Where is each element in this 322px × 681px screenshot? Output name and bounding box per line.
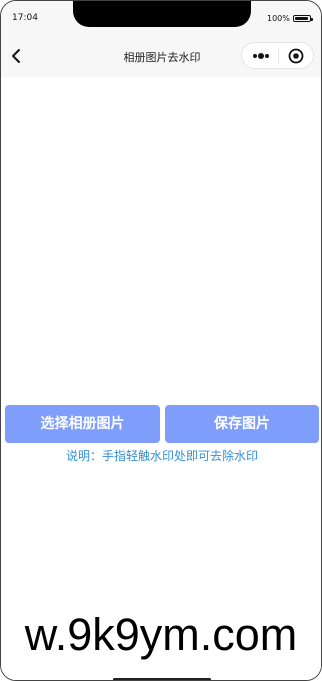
more-dots-icon xyxy=(253,53,269,59)
phone-frame: 17:04 100% 相册图片去水印 选择相册图片 保存图片 说明：手指轻触水印… xyxy=(0,0,322,681)
target-close-icon xyxy=(288,48,304,64)
camera-notch xyxy=(73,1,251,27)
choose-album-image-button[interactable]: 选择相册图片 xyxy=(5,405,160,443)
navigation-bar: 相册图片去水印 xyxy=(1,37,321,77)
main-content: 选择相册图片 保存图片 说明：手指轻触水印处即可去除水印 xyxy=(1,77,321,680)
close-button[interactable] xyxy=(286,47,306,65)
capsule-divider xyxy=(278,49,279,63)
more-button[interactable] xyxy=(248,47,274,65)
mini-program-capsule xyxy=(241,42,314,69)
battery-icon xyxy=(293,15,313,22)
battery-percent: 100% xyxy=(267,14,290,23)
save-image-button[interactable]: 保存图片 xyxy=(165,405,319,443)
usage-hint: 说明：手指轻触水印处即可去除水印 xyxy=(65,449,258,463)
status-bar: 17:04 100% xyxy=(1,1,321,37)
site-watermark: w.9k9ym.com xyxy=(24,609,298,660)
status-time: 17:04 xyxy=(12,13,38,23)
